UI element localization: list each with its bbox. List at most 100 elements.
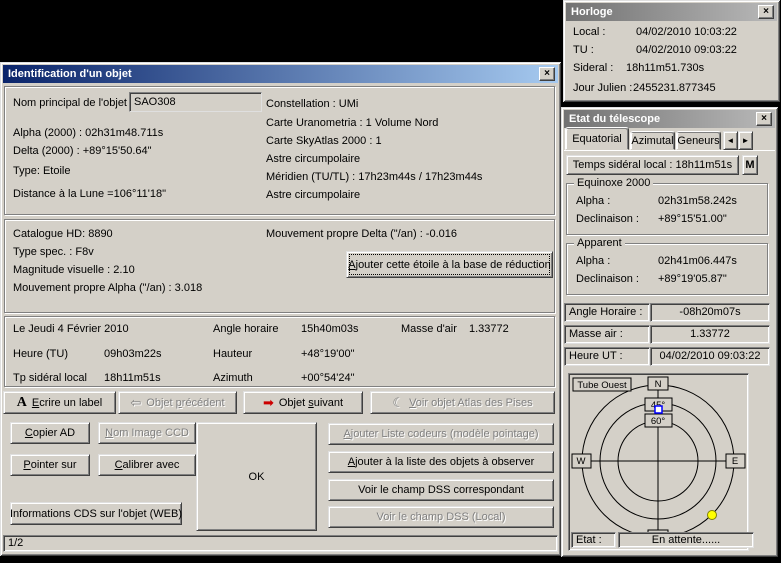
object-skyatlas: Carte SkyAtlas 2000 : 1 xyxy=(266,135,382,148)
arrow-right-icon: ➡ xyxy=(263,397,274,408)
add-star-label: Ajouter cette étoile à la base de réduct… xyxy=(348,259,550,271)
ecrire-label-button[interactable]: A Ecrire un label xyxy=(3,391,116,414)
memory-button[interactable]: M xyxy=(742,155,758,175)
object-type: Type: Etoile xyxy=(13,165,70,178)
hour-angle-value: -08h20m07s xyxy=(650,303,770,322)
object-position-dot xyxy=(708,511,717,520)
triangle-left-icon: ◄ xyxy=(727,136,735,145)
close-glyph: × xyxy=(763,6,769,17)
heure-ut-value: 04/02/2010 09:03:22 xyxy=(650,347,770,366)
tab-geneurs[interactable]: Geneurs xyxy=(676,131,721,150)
heure-ut-label: Heure UT : xyxy=(564,347,650,366)
objet-suivant-text: Objet suivant xyxy=(279,397,343,409)
objet-precedent-text: Objet précédent xyxy=(146,397,224,409)
east-label: E xyxy=(726,454,745,468)
infos-cds-button[interactable]: Informations CDS sur l'objet (WEB) xyxy=(10,502,182,525)
close-glyph: × xyxy=(761,113,767,124)
add-star-button[interactable]: Ajouter cette étoile à la base de réduct… xyxy=(346,251,553,278)
sidereal-time-button[interactable]: Temps sidéral local : 18h11m51s xyxy=(566,155,739,175)
object-constellation: Constellation : UMi xyxy=(266,98,358,111)
hauteur-value: +48°19'00" xyxy=(301,348,355,361)
north-label: N xyxy=(648,377,668,390)
clock-local-label: Local : xyxy=(573,26,605,39)
masse-air-value: 1.33772 xyxy=(469,323,509,336)
heure-tu-label: Heure (TU) xyxy=(13,348,68,361)
dialog-status-bar: 1/2 xyxy=(3,535,558,552)
clock-tu-value: 04/02/2010 09:03:22 xyxy=(636,44,737,57)
equinox-dec-value: +89°15'51.00" xyxy=(658,211,727,227)
telescope-titlebar[interactable]: Etat du télescope × xyxy=(564,110,775,128)
svg-text:W: W xyxy=(577,456,586,467)
objet-suivant-button[interactable]: ➡ Objet suivant xyxy=(243,391,363,414)
object-uranometria: Carte Uranometria : 1 Volume Nord xyxy=(266,117,438,130)
catalogue-section: Catalogue HD: 8890 Type spec. : F8v Magn… xyxy=(4,219,555,313)
sidereal-time-text: Temps sidéral local : 18h11m51s xyxy=(573,159,732,171)
clock-sidereal-label: Sideral : xyxy=(573,62,613,75)
tab-geneurs-label: Geneurs xyxy=(677,135,719,147)
arrow-left-icon: ⇦ xyxy=(130,397,141,408)
angle-horaire-label: Angle horaire xyxy=(213,323,278,336)
tab-azimutal-label: Azimutal xyxy=(631,135,673,147)
voir-dss-local-button[interactable]: Voir le champ DSS (Local) xyxy=(328,506,554,528)
ajouter-observer-button[interactable]: Ajouter à la liste des objets à observer xyxy=(328,451,554,473)
tab-scroll-right-button[interactable]: ► xyxy=(738,131,753,150)
objet-precedent-button[interactable]: ⇦ Objet précédent xyxy=(118,391,237,414)
clock-tu-label: TU : xyxy=(573,44,594,57)
close-icon[interactable]: × xyxy=(539,67,555,81)
apparent-alpha-label: Alpha : xyxy=(576,253,658,269)
moon-icon: ☾ xyxy=(392,397,404,408)
close-glyph: × xyxy=(544,68,550,79)
catalogue-pm-alpha: Mouvement propre Alpha ("/an) : 3.018 xyxy=(13,282,202,295)
hour-angle-label: Angle Horaire : xyxy=(564,303,650,322)
object-meridien: Méridien (TU/TL) : 17h23m44s / 17h23m44s xyxy=(266,171,482,184)
copier-ad-text: Copier AD xyxy=(25,427,75,439)
tab-azimutal[interactable]: Azimutal xyxy=(630,131,675,150)
object-name-input[interactable] xyxy=(129,92,262,112)
angle-horaire-value: 15h40m03s xyxy=(301,323,359,336)
clock-titlebar[interactable]: Horloge × xyxy=(566,3,777,21)
etat-value: En attente...... xyxy=(618,532,754,548)
voir-atlas-button[interactable]: ☾ Voir objet Atlas des Pises xyxy=(370,391,555,414)
telescope-window: Etat du télescope × Equatorial Azimutal … xyxy=(561,107,778,557)
voir-dss-button[interactable]: Voir le champ DSS correspondant xyxy=(328,479,554,501)
tab-scroll-left-button[interactable]: ◄ xyxy=(723,131,738,150)
tube-orientation-label: Tube Ouest xyxy=(573,378,631,391)
page-indicator: 1/2 xyxy=(8,537,23,549)
clock-julian-label: Jour Julien : xyxy=(573,82,632,95)
clock-sidereal-value: 18h11m51.730s xyxy=(626,62,704,75)
nom-image-ccd-button[interactable]: Nom Image CCD xyxy=(98,422,196,444)
altitude-60-label: 60° xyxy=(645,414,672,427)
catalogue-spec: Type spec. : F8v xyxy=(13,246,94,259)
triangle-right-icon: ► xyxy=(742,136,750,145)
equinox-2000-legend: Equinoxe 2000 xyxy=(574,177,653,189)
ajouter-codeurs-button[interactable]: Ajouter Liste codeurs (modèle pointage) xyxy=(328,423,554,445)
tab-equatorial[interactable]: Equatorial xyxy=(565,127,629,150)
calibrer-avec-button[interactable]: Calibrer avec xyxy=(98,454,196,476)
close-icon[interactable]: × xyxy=(758,5,774,19)
hauteur-label: Hauteur xyxy=(213,348,252,361)
equinox-alpha-label: Alpha : xyxy=(576,193,658,209)
clock-local-value: 04/02/2010 10:03:22 xyxy=(636,26,737,39)
pointer-sur-button[interactable]: Pointer sur xyxy=(10,454,90,476)
infos-cds-text: Informations CDS sur l'objet (WEB) xyxy=(10,508,182,520)
telescope-position-marker xyxy=(655,406,662,413)
copier-ad-button[interactable]: Copier AD xyxy=(10,422,90,444)
ephemeris-section: Le Jeudi 4 Février 2010 Heure (TU) 09h03… xyxy=(4,316,555,387)
clock-title: Horloge xyxy=(571,6,613,18)
ephemeris-date: Le Jeudi 4 Février 2010 xyxy=(13,323,129,336)
sky-chart: Tube Ouest N S W E xyxy=(571,376,746,548)
identification-titlebar[interactable]: Identification d'un objet × xyxy=(3,65,558,83)
equinox-alpha-value: 02h31m58.242s xyxy=(658,193,737,209)
object-delta: Delta (2000) : +89°15'50.64" xyxy=(13,145,152,158)
equinox-dec-label: Declinaison : xyxy=(576,211,658,227)
ok-button[interactable]: OK xyxy=(196,422,317,531)
tp-sideral-value: 18h11m51s xyxy=(104,372,161,385)
svg-text:Tube Ouest: Tube Ouest xyxy=(577,380,627,391)
apparent-dec-value: +89°19'05.87" xyxy=(658,271,727,287)
close-icon[interactable]: × xyxy=(756,112,772,126)
voir-dss-text: Voir le champ DSS correspondant xyxy=(358,484,524,496)
sky-chart-panel: Tube Ouest N S W E xyxy=(568,373,749,551)
telescope-title: Etat du télescope xyxy=(569,113,660,125)
nom-image-ccd-text: Nom Image CCD xyxy=(105,427,189,439)
catalogue-hd: Catalogue HD: 8890 xyxy=(13,228,113,241)
